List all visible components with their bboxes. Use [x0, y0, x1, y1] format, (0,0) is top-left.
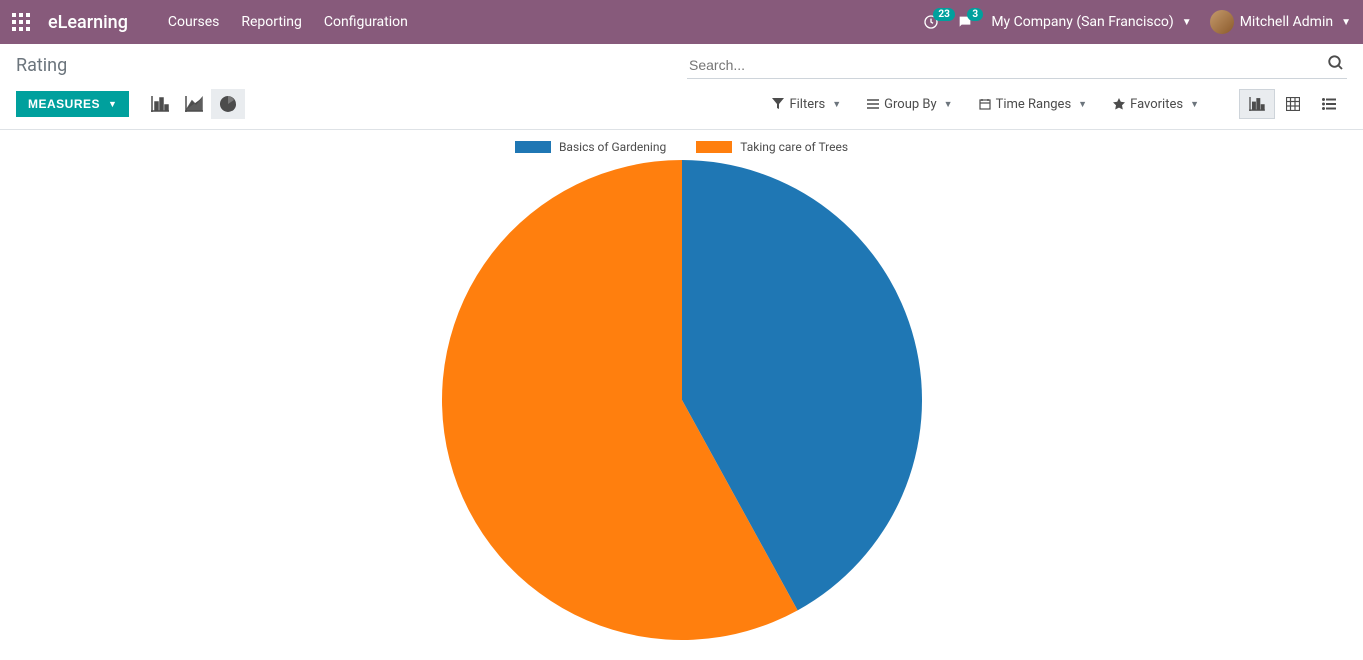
user-name: Mitchell Admin [1240, 14, 1333, 30]
main-menu: Courses Reporting Configuration [168, 14, 408, 30]
menu-courses[interactable]: Courses [168, 14, 219, 30]
timeranges-option[interactable]: Time Ranges ▼ [979, 97, 1088, 112]
chevron-down-icon: ▼ [1182, 17, 1192, 28]
legend-swatch [696, 141, 732, 153]
measures-button[interactable]: MEASURES ▼ [16, 91, 129, 117]
legend-item-1[interactable]: Taking care of Trees [696, 140, 848, 154]
graph-view-icon[interactable] [1239, 89, 1275, 119]
chevron-down-icon: ▼ [944, 99, 953, 110]
legend-label: Basics of Gardening [559, 140, 666, 154]
filters-label: Filters [789, 97, 825, 112]
list-view-icon[interactable] [1311, 89, 1347, 119]
groupby-option[interactable]: Group By ▼ [867, 97, 952, 112]
control-panel: Rating MEASURES ▼ F [0, 44, 1363, 130]
legend-label: Taking care of Trees [740, 140, 848, 154]
legend-swatch [515, 141, 551, 153]
chevron-down-icon: ▼ [832, 99, 841, 110]
filters-option[interactable]: Filters ▼ [772, 97, 841, 112]
bar-chart-icon[interactable] [143, 89, 177, 119]
groupby-label: Group By [884, 97, 937, 112]
activity-icon[interactable]: 23 [923, 14, 939, 30]
pie-chart [442, 160, 922, 640]
activity-count: 23 [933, 8, 954, 21]
measures-label: MEASURES [28, 97, 100, 111]
main-navbar: eLearning Courses Reporting Configuratio… [0, 0, 1363, 44]
timeranges-label: Time Ranges [996, 97, 1072, 112]
search-options: Filters ▼ Group By ▼ Time Ranges ▼ Favor… [772, 97, 1199, 112]
view-switcher [1239, 89, 1347, 119]
chevron-down-icon: ▼ [1190, 99, 1199, 110]
favorites-option[interactable]: Favorites ▼ [1113, 97, 1199, 112]
favorites-label: Favorites [1130, 97, 1183, 112]
app-brand[interactable]: eLearning [48, 12, 128, 33]
avatar [1210, 10, 1234, 34]
search-bar [687, 52, 1347, 79]
search-input[interactable] [687, 53, 1325, 77]
search-icon[interactable] [1325, 52, 1347, 78]
chevron-down-icon: ▼ [1341, 17, 1351, 28]
apps-icon[interactable] [12, 13, 30, 31]
chart-type-switcher [143, 89, 245, 119]
company-name: My Company (San Francisco) [991, 14, 1173, 30]
chart-area: Basics of Gardening Taking care of Trees [0, 130, 1363, 660]
menu-reporting[interactable]: Reporting [241, 14, 302, 30]
pie-chart-icon[interactable] [211, 89, 245, 119]
line-chart-icon[interactable] [177, 89, 211, 119]
messages-count: 3 [967, 8, 983, 21]
pivot-view-icon[interactable] [1275, 89, 1311, 119]
chart-legend: Basics of Gardening Taking care of Trees [515, 140, 848, 154]
messages-icon[interactable]: 3 [957, 14, 973, 30]
company-switcher[interactable]: My Company (San Francisco) ▼ [991, 14, 1191, 30]
chevron-down-icon: ▼ [108, 99, 117, 109]
chevron-down-icon: ▼ [1078, 99, 1087, 110]
menu-configuration[interactable]: Configuration [324, 14, 408, 30]
breadcrumb: Rating [16, 55, 67, 76]
user-menu[interactable]: Mitchell Admin ▼ [1210, 10, 1351, 34]
legend-item-0[interactable]: Basics of Gardening [515, 140, 666, 154]
